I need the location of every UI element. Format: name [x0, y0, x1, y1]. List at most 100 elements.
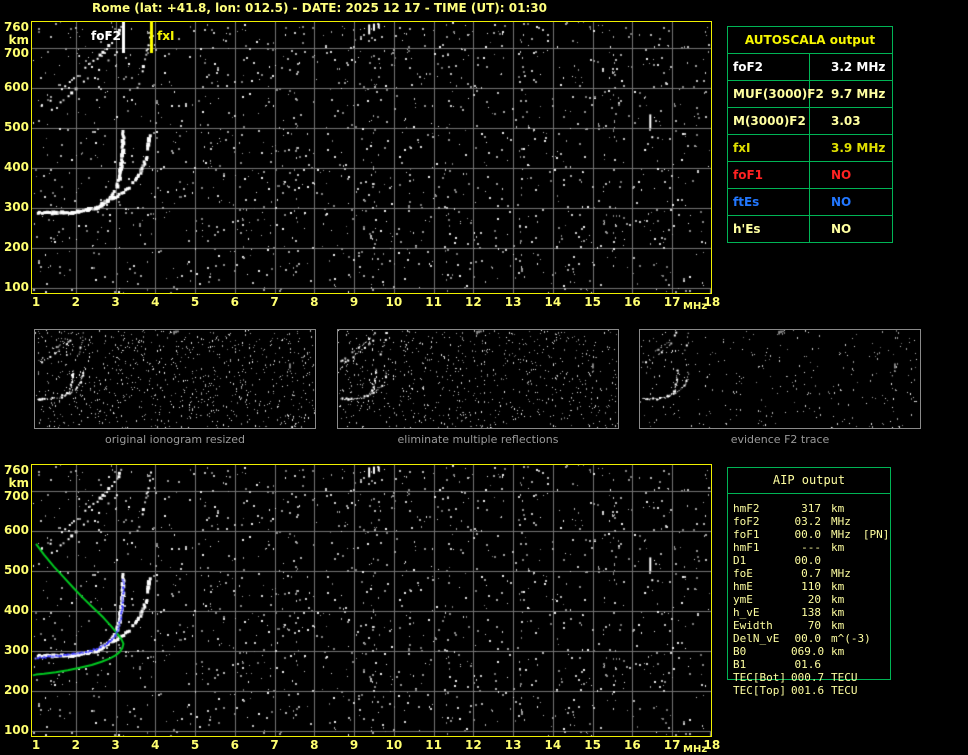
aip-row-label: TEC[Bot]	[733, 671, 786, 684]
autoscala-row-m3000f2: M(3000)F2 3.03	[728, 108, 892, 135]
aip-row-value: 138	[801, 606, 821, 619]
y-tick-300: 300	[3, 199, 29, 214]
x-tick-6: 6	[230, 738, 239, 752]
aip-row-value: 110	[801, 580, 821, 593]
station-date-title: Rome (lat: +41.8, lon: 012.5) - DATE: 20…	[92, 1, 547, 15]
x-tick-13: 13	[504, 738, 522, 752]
aip-row-fof2: foF2 03.2 MHz	[727, 515, 907, 528]
aip-row-value: 0.7	[801, 567, 821, 580]
y-tick-100: 100	[3, 279, 29, 294]
autoscala-output-table: AUTOSCALA output foF2 3.2 MHz MUF(3000)F2 9…	[727, 26, 893, 243]
x-tick-7: 7	[270, 295, 279, 309]
aip-row-value: 20	[807, 593, 821, 606]
fxI-marker-label: fxI	[157, 29, 175, 43]
aip-row-value: 00.0	[794, 554, 822, 567]
top-ionogram-plot	[31, 21, 712, 294]
aip-row-label: TEC[Top]	[733, 684, 786, 697]
autoscala-row-hes: h'Es NO	[728, 216, 892, 242]
x-tick-3: 3	[111, 738, 120, 752]
aip-rows: hmF2 317 km foF2 03.2 MHz foF1 00.0 MHz [PN] hmF1 -…	[727, 502, 907, 697]
x-tick-16: 16	[624, 295, 641, 309]
thumbnail-caption-eliminate: eliminate multiple reflections	[397, 433, 559, 446]
thumbnail-original-ionogram	[34, 329, 316, 429]
aip-row-label: hmF1	[733, 541, 760, 554]
aip-row-label: foF1	[733, 528, 760, 541]
x-tick-5: 5	[190, 295, 200, 309]
x-tick-12: 12	[465, 295, 482, 309]
thumbnail-f2-trace	[639, 329, 921, 429]
y-tick-200: 200	[3, 682, 29, 697]
x-tick-1: 1	[31, 738, 41, 752]
thumbnail-caption-original: original ionogram resized	[105, 433, 245, 446]
aip-row-foe: foE 0.7 MHz	[727, 567, 907, 580]
autoscala-row-value: 9.7 MHz	[831, 87, 886, 101]
x-tick-14: 14	[544, 738, 562, 752]
y-tick-700: 700	[3, 45, 29, 60]
aip-row-tectop: TEC[Top] 001.6 TECU	[727, 684, 907, 697]
autoscala-row-label: ftEs	[728, 189, 810, 215]
autoscala-row-label: h'Es	[728, 216, 810, 242]
autoscala-row-value: NO	[831, 222, 852, 236]
autoscala-row-muf3000f2: MUF(3000)F2 9.7 MHz	[728, 81, 892, 108]
aip-row-value: 03.2	[794, 515, 822, 528]
y-tick-500: 500	[3, 562, 29, 577]
aip-row-hmf2: hmF2 317 km	[727, 502, 907, 515]
foF2-marker-label: foF2	[90, 29, 121, 43]
autoscala-row-value: NO	[831, 168, 852, 182]
aip-row-unit: TECU	[831, 684, 858, 697]
thumbnail-eliminate-canvas	[338, 330, 618, 428]
aip-row-value: 001.6	[791, 684, 825, 697]
x-tick-17: 17	[663, 295, 681, 309]
autoscala-row-label: M(3000)F2	[728, 108, 810, 134]
aip-row-tecbot: TEC[Bot] 000.7 TECU	[727, 671, 907, 684]
aip-row-value: 069.0	[791, 645, 825, 658]
aip-row-unit: MHz	[831, 515, 851, 528]
aip-row-fof1: foF1 00.0 MHz [PN]	[727, 528, 907, 541]
x-tick-11: 11	[425, 295, 442, 309]
x-axis-unit-mhz: MHz	[683, 744, 708, 755]
aip-row-unit: MHz	[831, 528, 851, 541]
x-tick-9: 9	[349, 295, 359, 309]
aip-row-value: 01.6	[794, 658, 822, 671]
x-axis-unit-mhz: MHz	[683, 301, 708, 312]
top-ionogram-canvas	[32, 22, 711, 293]
aip-row-label: DelN_vE	[733, 632, 780, 645]
x-tick-8: 8	[310, 295, 319, 309]
autoscala-table-rows: foF2 3.2 MHz MUF(3000)F2 9.7 MHz M(3000)F2 3.…	[728, 54, 892, 242]
aip-row-unit: km	[831, 593, 845, 606]
autoscala-row-fof2: foF2 3.2 MHz	[728, 54, 892, 81]
y-tick-400: 400	[3, 159, 29, 174]
x-tick-3: 3	[111, 295, 120, 309]
aip-row-unit: km	[831, 619, 845, 632]
bottom-ionogram-canvas	[32, 465, 711, 736]
x-tick-9: 9	[349, 738, 359, 752]
autoscala-row-value: 3.2 MHz	[831, 60, 886, 74]
x-tick-14: 14	[544, 295, 562, 309]
x-tick-17: 17	[663, 738, 681, 752]
aip-row-unit: km	[831, 580, 845, 593]
aip-row-label: B0	[733, 645, 747, 658]
y-tick-300: 300	[3, 642, 29, 657]
aip-row-unit: TECU	[831, 671, 858, 684]
y-tick-700: 700	[3, 488, 29, 503]
thumbnail-f2-canvas	[640, 330, 920, 428]
aip-row-unit: km	[831, 541, 845, 554]
autoscala-row-fof1: foF1 NO	[728, 162, 892, 189]
aip-row-value: 00.0	[794, 632, 822, 645]
aip-row-hve: h_vE 138 km	[727, 606, 907, 619]
x-tick-11: 11	[425, 738, 442, 752]
aip-row-yme: ymE 20 km	[727, 593, 907, 606]
x-tick-2: 2	[71, 738, 80, 752]
aip-row-label: ymE	[733, 593, 753, 606]
autoscala-row-label: fxI	[728, 135, 810, 161]
x-tick-6: 6	[230, 295, 239, 309]
aip-row-label: D1	[733, 554, 747, 567]
x-tick-13: 13	[504, 295, 522, 309]
aip-row-label: foE	[733, 567, 753, 580]
aip-row-unit: m^(-3)	[831, 632, 871, 645]
autoscala-row-label: foF1	[728, 162, 810, 188]
aip-row-label: foF2	[733, 515, 760, 528]
y-tick-600: 600	[3, 79, 29, 94]
aip-row-value: 317	[801, 502, 821, 515]
aip-row-unit: km	[831, 606, 845, 619]
